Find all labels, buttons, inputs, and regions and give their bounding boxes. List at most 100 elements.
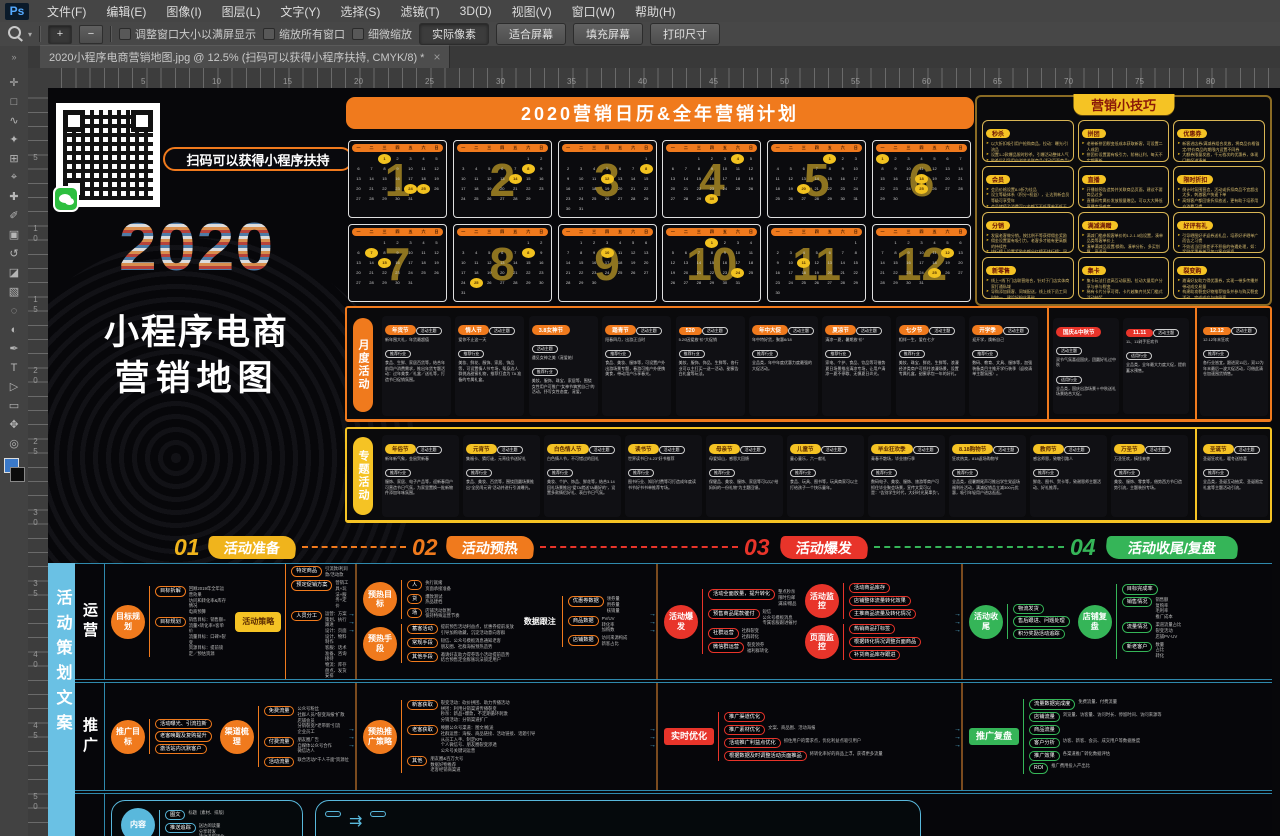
menu-item[interactable]: 图像(I) <box>156 0 211 22</box>
zoom-in-button[interactable]: + <box>48 25 72 44</box>
calendar-day: 14 <box>562 258 575 268</box>
background-color-swatch[interactable] <box>10 467 25 482</box>
calendar-day: 23 <box>836 184 849 194</box>
calendar-day: 11 <box>797 258 810 268</box>
mindmap-branch: 目标规划销售目标：销售额=流量×转化率×客单价流量目标：口碑×裂变资源目标：提前… <box>155 617 227 657</box>
branch-line: 分销活动：分销渠道扩广 <box>441 717 510 723</box>
menu-item[interactable]: 窗口(W) <box>562 0 625 22</box>
horizontal-type-tool[interactable]: T <box>3 359 25 376</box>
brush-tool[interactable]: ✐ <box>3 207 25 224</box>
option-checkbox[interactable]: 细微缩放 <box>352 26 412 42</box>
rectangular-marquee-tool[interactable]: □ <box>3 93 25 110</box>
blur-tool[interactable]: ◌ <box>3 302 25 319</box>
branch-lines: 销售目标：销售额=流量×转化率×客单价流量目标：口碑×裂变资源目标：提前锁定／预… <box>189 617 228 657</box>
zoom-tool-icon[interactable] <box>8 26 21 42</box>
phase-badge: 活动准备 <box>207 536 297 559</box>
lasso-tool[interactable]: ∿ <box>3 112 25 129</box>
tool-preset-caret-icon[interactable]: ▾ <box>28 30 32 39</box>
industry-text: 食品、美妆、服饰等，可设置户外出游场景专题，春游可推户外便携美食，带动用户乐享春… <box>605 360 668 376</box>
calendar-day: 16 <box>718 258 731 268</box>
menu-item[interactable]: 文字(Y) <box>270 0 330 22</box>
activity-title: 国庆&中秋节 <box>1056 327 1101 337</box>
option-button[interactable]: 实际像素 <box>419 23 489 45</box>
calendar-day: 13 <box>941 164 954 174</box>
calendar-day: 14 <box>627 174 640 184</box>
menu-item[interactable]: 选择(S) <box>330 0 390 22</box>
eyedropper-tool[interactable]: ⌖ <box>3 169 25 186</box>
clone-stamp-tool[interactable]: ▣ <box>3 226 25 243</box>
tip-card: 直播开播前预告造势并关联商品页面，建议不要商品过多直播间专属价发放限量赠品，可以… <box>1078 166 1170 208</box>
eraser-tool[interactable]: ◪ <box>3 264 25 281</box>
menu-item[interactable]: 视图(V) <box>502 0 562 22</box>
dodge-tool[interactable]: ◐ <box>3 321 25 338</box>
branch-line: 引导加购收藏，沉淀活动意向客群 <box>441 630 514 636</box>
calendar-weekday-header: 一二三四五六日 <box>666 228 757 236</box>
calendar-day: 30 <box>705 194 718 204</box>
branch-line: 访客、新客、会员、成交用户等数据维度 <box>1063 738 1140 744</box>
activity-card: 读书节活动主题世界读书日“4.23”好书推荐推荐行业图书行业、知识付费等可打造成… <box>625 435 702 517</box>
tab-close-icon[interactable]: × <box>433 50 440 64</box>
option-checkbox[interactable]: 调整窗口大小以满屏显示 <box>119 26 256 42</box>
crop-tool[interactable]: ⊞ <box>3 150 25 167</box>
rectangle-shape-tool[interactable]: ▭ <box>3 397 25 414</box>
branch-line: 店铺PV·UV <box>1155 634 1181 640</box>
calendar-day: 19 <box>744 174 757 184</box>
menu-item[interactable]: 编辑(E) <box>96 0 156 22</box>
menu-item[interactable]: 3D(D) <box>450 0 502 22</box>
zoom-out-button[interactable]: − <box>79 25 103 44</box>
document-tab[interactable]: 2020小程序电商营销地图.jpg @ 12.5% (扫码可以获得小程序扶持, … <box>40 45 450 68</box>
option-button[interactable]: 填充屏幕 <box>573 23 643 45</box>
industry-text: 图书行业、知识付费等可打造成年度读书节好书书单推荐专场。 <box>628 479 699 490</box>
calendar-day: 1 <box>378 238 391 248</box>
option-checkbox[interactable]: 缩放所有窗口 <box>263 26 345 42</box>
spot-healing-brush-tool[interactable]: ✚ <box>3 188 25 205</box>
calendar-day: 13 <box>352 258 365 268</box>
canvas[interactable]: 扫码可以获得小程序扶持 2020 小程序电商 营销地图 2020营销日历&全年营… <box>48 88 1280 836</box>
mindmap-root: 活动监控 <box>805 584 839 618</box>
zoom-tool[interactable]: ◎ <box>3 435 25 452</box>
row-label: 运营 <box>75 564 105 679</box>
calendar-day: 8 <box>378 164 391 174</box>
pen-tool[interactable]: ✒ <box>3 340 25 357</box>
activity-title: 12.12 <box>1203 327 1231 335</box>
mindmap-branch: 优惠券数据领券量用券量核销量 <box>568 596 628 613</box>
menu-item[interactable]: 文件(F) <box>37 0 96 22</box>
calendar-day: 5 <box>483 248 496 258</box>
toolbox-collapse-icon[interactable]: » <box>0 46 28 68</box>
menu-item[interactable]: 滤镜(T) <box>390 0 449 22</box>
move-tool[interactable]: ✛ <box>3 74 25 91</box>
calendar-day: 11 <box>614 248 627 258</box>
flow-arrows-icon: →→→ <box>954 611 961 634</box>
quick-selection-tool[interactable]: ✦ <box>3 131 25 148</box>
calendar-day: 11 <box>915 164 928 174</box>
option-button[interactable]: 打印尺寸 <box>650 23 720 45</box>
path-selection-tool[interactable]: ▷ <box>3 378 25 395</box>
branch-line: 设计：页面设计、物料制作 <box>325 628 349 645</box>
calendar-day: 9 <box>771 258 784 268</box>
branch-label: 售后跟进、问题处理 <box>1013 616 1070 626</box>
calendar-day: 10 <box>457 258 470 268</box>
branch-label: 推广渠道优化 <box>724 712 765 722</box>
ruler-number: 60 <box>922 77 931 86</box>
menu-item[interactable]: 图层(L) <box>212 0 271 22</box>
calendar-day: 27 <box>797 194 810 204</box>
calendar-month: 一二三四五六日812345678910111213141516171819202… <box>453 224 552 302</box>
menu-item[interactable]: 帮助(H) <box>625 0 686 22</box>
calendar-day: 18 <box>915 174 928 184</box>
color-swatches[interactable] <box>3 458 25 482</box>
calendar-day: 7 <box>365 164 378 174</box>
branch-line: 核销量 <box>607 608 620 614</box>
calendar-day: 16 <box>535 258 548 268</box>
branch-line: 联合活动/“千人千面”资源位 <box>297 757 348 763</box>
mindmap-root: 活动收尾 <box>969 605 1003 639</box>
ruler-number: 15 <box>283 77 292 86</box>
gradient-tool[interactable]: ▧ <box>3 283 25 300</box>
tip-card: 优惠券新客进店券/满减券组合发放，将商品价格锚定/特价商品的期限内设置不同券大额… <box>1173 120 1265 162</box>
calendar-day: 19 <box>430 174 443 184</box>
activity-card: 开学季活动主题迎开学，焕新自己推荐行业数码、教育、文具、服饰等，加强装备类目主推… <box>969 316 1038 416</box>
calendar-day: 3 <box>784 248 797 258</box>
option-button[interactable]: 适合屏幕 <box>496 23 566 45</box>
calendar-day: 19 <box>928 174 941 184</box>
hand-tool[interactable]: ✥ <box>3 416 25 433</box>
history-brush-tool[interactable]: ↺ <box>3 245 25 262</box>
